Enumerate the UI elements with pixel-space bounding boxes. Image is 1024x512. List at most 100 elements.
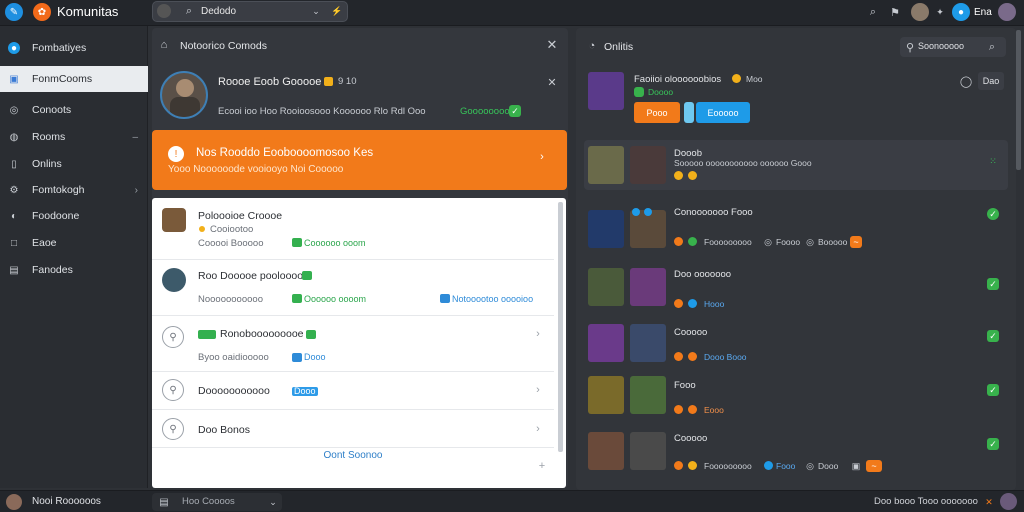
close-icon[interactable]: ✕ bbox=[546, 76, 558, 89]
check-icon[interactable]: ✓ bbox=[987, 208, 999, 220]
chevron-right-icon[interactable]: › bbox=[532, 423, 544, 435]
dot-icon bbox=[688, 171, 697, 180]
plus-icon[interactable]: + bbox=[536, 460, 548, 472]
search-box[interactable]: ⌕ Dedodo ⌄ ⚡ bbox=[152, 1, 348, 22]
bolt-icon[interactable]: ⚡ bbox=[331, 5, 343, 17]
check-icon: ✓ bbox=[509, 105, 521, 117]
toggle[interactable] bbox=[684, 102, 694, 123]
chevron-down-icon[interactable]: ⌄ bbox=[268, 496, 278, 508]
gear-icon[interactable]: ✦ bbox=[934, 6, 946, 18]
chevron-right-icon[interactable]: › bbox=[532, 384, 544, 396]
chevron-right-icon[interactable]: › bbox=[532, 328, 544, 340]
item-tag: Dooo Booo bbox=[704, 352, 747, 362]
check-icon[interactable]: ✓ bbox=[987, 278, 999, 290]
scrollbar[interactable] bbox=[558, 202, 563, 452]
item-tag: Eooo bbox=[704, 405, 724, 415]
footer-link[interactable]: Oont Soonoo bbox=[152, 450, 554, 461]
sidebar-item-6[interactable]: ◐ Foodoone bbox=[0, 203, 148, 229]
user-icon: ⚲ bbox=[162, 326, 184, 348]
dot-icon bbox=[674, 352, 683, 361]
list-item[interactable]: Cooooo Fooooooooo Fooo ◎ Dooo ▣ ~ ✓ bbox=[584, 430, 1008, 480]
list-item[interactable]: Fooo Eooo ✓ bbox=[584, 374, 1008, 424]
check-icon[interactable]: ✓ bbox=[987, 330, 999, 342]
chevron-right-icon[interactable]: › bbox=[536, 151, 548, 163]
check-icon[interactable]: ✓ bbox=[987, 384, 999, 396]
check-icon bbox=[292, 294, 302, 303]
list-item[interactable]: Faoiioi oloooooobios Moo Doooo Pooo Eooo… bbox=[584, 70, 1008, 130]
item-title: Doo ooooooo bbox=[674, 269, 732, 280]
check-icon[interactable]: ✓ bbox=[987, 438, 999, 450]
dot-icon bbox=[674, 461, 683, 470]
list-item[interactable]: ⚲ Ronobooooooooe Byoo oaidiooooo Dooo › bbox=[152, 316, 554, 372]
close-icon[interactable]: ✕ bbox=[984, 496, 994, 508]
user-icon: ⚲ bbox=[162, 379, 184, 401]
side-button[interactable]: Dao bbox=[978, 72, 1004, 90]
dot-icon bbox=[688, 405, 697, 414]
primary-button[interactable]: Pooo bbox=[634, 102, 680, 123]
bottom-user: Nooi Roooooos bbox=[32, 496, 101, 507]
list-item-title: Ronobooooooooe bbox=[220, 328, 304, 340]
list-item-tag: Notooootoo ooooioo bbox=[452, 294, 534, 304]
message-input[interactable]: ▤ Hoo Coooos ⌄ bbox=[152, 493, 282, 511]
list-item-tag: Dooo bbox=[304, 352, 326, 362]
wrench-icon[interactable]: ✎ bbox=[5, 3, 23, 21]
sidebar-item-5[interactable]: ⚙ Fomtokogh › bbox=[0, 177, 148, 203]
dot-icon bbox=[674, 299, 683, 308]
chevron-down-icon[interactable]: ⌄ bbox=[311, 5, 321, 17]
user-icon: ◎ bbox=[806, 460, 814, 471]
list-item-title: Dooooooooooo bbox=[198, 385, 270, 397]
list-item[interactable]: ⚲ Doo Bonos › bbox=[152, 410, 554, 448]
avatar bbox=[162, 268, 186, 292]
sidebar-item-label: Eaoe bbox=[32, 237, 57, 249]
avatar[interactable] bbox=[6, 494, 22, 510]
chat-icon[interactable]: ● bbox=[952, 3, 970, 21]
info-icon: ! bbox=[168, 146, 184, 162]
sidebar-item-3[interactable]: ◍ Rooms – bbox=[0, 124, 148, 150]
square-icon: □ bbox=[10, 237, 18, 249]
list-item-title: Poloooioe Croooe bbox=[198, 210, 283, 222]
user-icon: ⚲ bbox=[905, 41, 915, 54]
right-search[interactable]: ⚲ Soonooooo ⌕ bbox=[900, 37, 1006, 57]
check-icon bbox=[198, 330, 216, 339]
avatar[interactable] bbox=[1000, 493, 1017, 510]
power-icon[interactable]: ◯ bbox=[960, 75, 972, 88]
sidebar-item-8[interactable]: ▤ Fanodes bbox=[0, 257, 148, 283]
button-label: Dao bbox=[982, 76, 1000, 86]
status-text: Doo booo Tooo ooooooo bbox=[874, 496, 978, 507]
avatar[interactable] bbox=[998, 3, 1016, 21]
list-item[interactable]: Cooooo Dooo Booo ✓ bbox=[584, 322, 1008, 372]
list-item[interactable]: Doo ooooooo Hooo ✓ bbox=[584, 266, 1008, 316]
chat-icon: ◍ bbox=[9, 131, 19, 143]
profile-avatar[interactable] bbox=[160, 71, 208, 119]
thumbnail bbox=[588, 324, 624, 362]
list-item[interactable]: ⚲ Dooooooooooo Dooo › bbox=[152, 372, 554, 410]
sidebar-item-2[interactable]: ◎ Conoots bbox=[0, 97, 148, 123]
dot-icon bbox=[688, 299, 697, 308]
flag-icon[interactable]: ⚑ bbox=[888, 5, 902, 19]
avatar bbox=[162, 208, 186, 232]
item-title: Fooo bbox=[674, 380, 696, 391]
notification-banner[interactable]: ! Nos Rooddo Eooboooomosoo Kes Yooo Nooo… bbox=[152, 130, 567, 190]
search-input[interactable]: Dedodo bbox=[201, 6, 236, 17]
list-item[interactable]: Roo Dooooe pooloooo Nooooooooooo Oooooo … bbox=[152, 260, 554, 316]
item-title: Cooooo bbox=[674, 433, 708, 444]
home-icon[interactable]: ⌂ bbox=[158, 39, 170, 51]
secondary-button[interactable]: Eooooo bbox=[696, 102, 750, 123]
grid-icon[interactable]: ⁙ bbox=[987, 155, 999, 167]
sidebar-item-7[interactable]: □ Eaoe bbox=[0, 230, 148, 256]
search-avatar bbox=[157, 4, 171, 18]
close-icon[interactable]: ✕ bbox=[546, 37, 558, 52]
sidebar-item-0[interactable]: ● Fombatiyes bbox=[0, 35, 148, 61]
avatar[interactable] bbox=[911, 3, 929, 21]
scrollbar[interactable] bbox=[1016, 30, 1021, 170]
user-icon: ◎ bbox=[764, 236, 772, 247]
list-item-tag: Oooooo oooom bbox=[304, 294, 367, 304]
list-item[interactable]: Dooob Sooooo ooooooooooo oooooo Gooo ⁙ bbox=[584, 140, 1008, 190]
search-icon[interactable]: ⌕ bbox=[866, 5, 880, 19]
sidebar-item-4[interactable]: ▯ Onlins bbox=[0, 151, 148, 177]
list-item[interactable]: Conooooooo Fooo Fooooooooo ◎ Foooo ◎ Boo… bbox=[584, 206, 1008, 256]
banner-subtitle: Yooo Noooooode vooiooyo Noi Cooooo bbox=[168, 164, 344, 175]
sidebar-item-1[interactable]: ▣ FonmCooms bbox=[0, 66, 148, 92]
list-item[interactable]: Poloooioe Croooe Cooiootoo Cooooi Booooo… bbox=[152, 198, 554, 260]
sidebar-item-label: Fombatiyes bbox=[32, 42, 87, 54]
